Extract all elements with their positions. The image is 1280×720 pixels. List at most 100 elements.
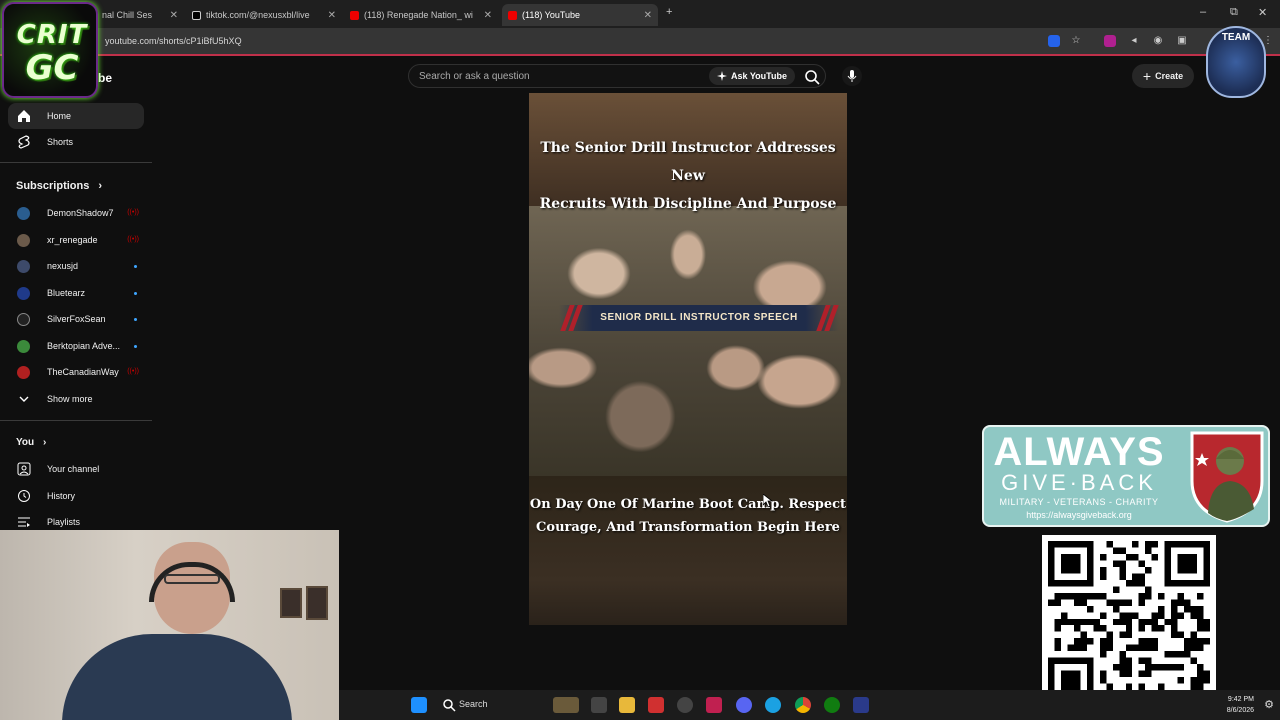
close-tab-icon[interactable]: ✕ (170, 10, 178, 21)
extensions-puzzle-icon[interactable]: ▣ (1176, 35, 1188, 47)
qr-module (1106, 631, 1113, 639)
qr-module (1197, 592, 1204, 600)
qr-module (1177, 592, 1185, 600)
maps-pin-icon[interactable] (706, 697, 722, 713)
create-label: Create (1155, 71, 1184, 81)
qr-module (1158, 664, 1165, 671)
avatar (17, 233, 30, 247)
qr-module (1073, 638, 1081, 645)
qr-module (1048, 599, 1055, 606)
qr-module (1106, 644, 1113, 652)
crit-gc-logo: CRIT GC (2, 2, 98, 98)
settings-gear-icon[interactable] (677, 697, 693, 713)
subscriptions-heading[interactable]: Subscriptions › (16, 180, 102, 192)
new-content-dot (134, 292, 137, 295)
file-explorer-icon[interactable] (619, 697, 635, 713)
qr-module (1138, 644, 1146, 652)
ea-app-icon[interactable] (853, 697, 869, 713)
profile-icon[interactable]: ◉ (1152, 35, 1164, 47)
search-box[interactable]: Search or ask a question Ask YouTube (408, 64, 826, 88)
qr-module (1099, 592, 1107, 600)
taskbar-search-label[interactable]: Search (459, 699, 488, 709)
chrome-icon[interactable] (795, 697, 811, 713)
qr-module (1080, 599, 1087, 606)
close-tab-icon[interactable]: ✕ (644, 10, 652, 21)
search-icon[interactable] (441, 697, 457, 713)
playlists-icon (18, 517, 30, 527)
qr-module (1099, 638, 1107, 645)
sidebar-item-subscription[interactable]: xr_renegade ((•)) (17, 230, 139, 250)
browser-tab-active[interactable]: (118) YouTube ✕ (502, 4, 658, 26)
edge-icon[interactable] (765, 697, 781, 713)
sidebar-item-history[interactable]: History (8, 483, 144, 509)
qr-module (1086, 618, 1094, 626)
sidebar-item-subscription[interactable]: SilverFoxSean (17, 309, 137, 329)
restore-button[interactable]: ⧉ (1230, 6, 1238, 19)
qr-module (1145, 586, 1152, 593)
discord-icon[interactable] (736, 697, 752, 713)
url-field[interactable]: youtube.com/shorts/cP1iBfU5hXQ (105, 36, 242, 46)
streamer (62, 542, 292, 720)
qr-module (1119, 651, 1126, 658)
windows-start-icon[interactable] (411, 697, 427, 713)
create-button[interactable]: + Create (1132, 64, 1194, 88)
task-view-icon[interactable] (591, 697, 607, 713)
shorts-video-player[interactable]: The Senior Drill Instructor Addresses Ne… (529, 93, 847, 625)
search-highlight-icon[interactable] (553, 697, 579, 713)
sidebar-item-shorts[interactable]: Shorts (8, 129, 144, 155)
glasses (164, 574, 220, 584)
subscriptions-label: Subscriptions (16, 180, 90, 192)
qr-module (1054, 625, 1061, 632)
sidebar-item-your-channel[interactable]: Your channel (8, 456, 144, 482)
extension-icon[interactable] (1104, 35, 1116, 47)
chevron-right-icon: › (42, 437, 47, 448)
browser-tab[interactable]: tiktok.com/@nexusxbl/live ✕ (186, 4, 342, 26)
qr-module (1132, 573, 1139, 580)
qr-code (1042, 535, 1216, 709)
show-more-button[interactable]: Show more (8, 386, 144, 412)
minimize-button[interactable]: – (1200, 6, 1206, 18)
avatar (17, 259, 30, 273)
shorts-icon (18, 135, 30, 149)
lower-third-banner: SENIOR DRILL INSTRUCTOR SPEECH (559, 305, 839, 331)
media-icon[interactable]: ◂ (1128, 35, 1140, 47)
you-heading[interactable]: You › (16, 437, 46, 448)
browser-tab[interactable]: (118) Renegade Nation_ wi ✕ (344, 4, 498, 26)
qr-module (1099, 651, 1107, 658)
notifications-icon[interactable]: ⚙ (1264, 698, 1274, 711)
qr-module (1177, 612, 1185, 619)
microphone-icon[interactable] (842, 66, 862, 86)
search-icon[interactable] (803, 68, 821, 86)
ask-youtube-button[interactable]: Ask YouTube (709, 67, 796, 85)
browser-tab[interactable]: nal Chill Ses ✕ (96, 4, 184, 26)
qr-module (1171, 651, 1178, 658)
sidebar-item-home[interactable]: Home (8, 103, 144, 129)
app-icon[interactable] (648, 697, 664, 713)
new-tab-button[interactable]: + (666, 6, 672, 18)
qr-module (1184, 638, 1191, 645)
sidebar-item-subscription[interactable]: DemonShadow7 ((•)) (17, 203, 139, 223)
qr-module (1112, 547, 1120, 554)
history-icon (18, 490, 30, 502)
close-tab-icon[interactable]: ✕ (328, 10, 336, 21)
video-caption-line: Courage, And Transformation Begin Here (536, 520, 840, 535)
new-content-dot (134, 318, 137, 321)
system-clock[interactable]: 9:42 PM 8/6/2026 (1227, 694, 1254, 716)
close-window-button[interactable]: ✕ (1258, 6, 1267, 19)
sidebar-item-subscription[interactable]: nexusjd (17, 256, 137, 276)
close-tab-icon[interactable]: ✕ (484, 10, 492, 21)
channel-name: nexusjd (47, 261, 79, 271)
search-input[interactable]: Search or ask a question (419, 71, 530, 82)
qr-module (1138, 657, 1146, 665)
qr-module (1197, 605, 1204, 613)
translate-icon[interactable] (1048, 35, 1060, 47)
qr-module (1073, 599, 1081, 606)
sidebar-item-subscription[interactable]: TheCanadianWay ((•)) (17, 362, 139, 382)
bookmark-star-icon[interactable]: ☆ (1070, 35, 1082, 47)
xbox-icon[interactable] (824, 697, 840, 713)
youtube-logo[interactable]: be (98, 71, 112, 85)
qr-module (1145, 644, 1152, 652)
sidebar-item-subscription[interactable]: Berktopian Adve... (17, 336, 137, 356)
sidebar-item-subscription[interactable]: Bluetearz (17, 283, 137, 303)
qr-module (1099, 670, 1107, 678)
